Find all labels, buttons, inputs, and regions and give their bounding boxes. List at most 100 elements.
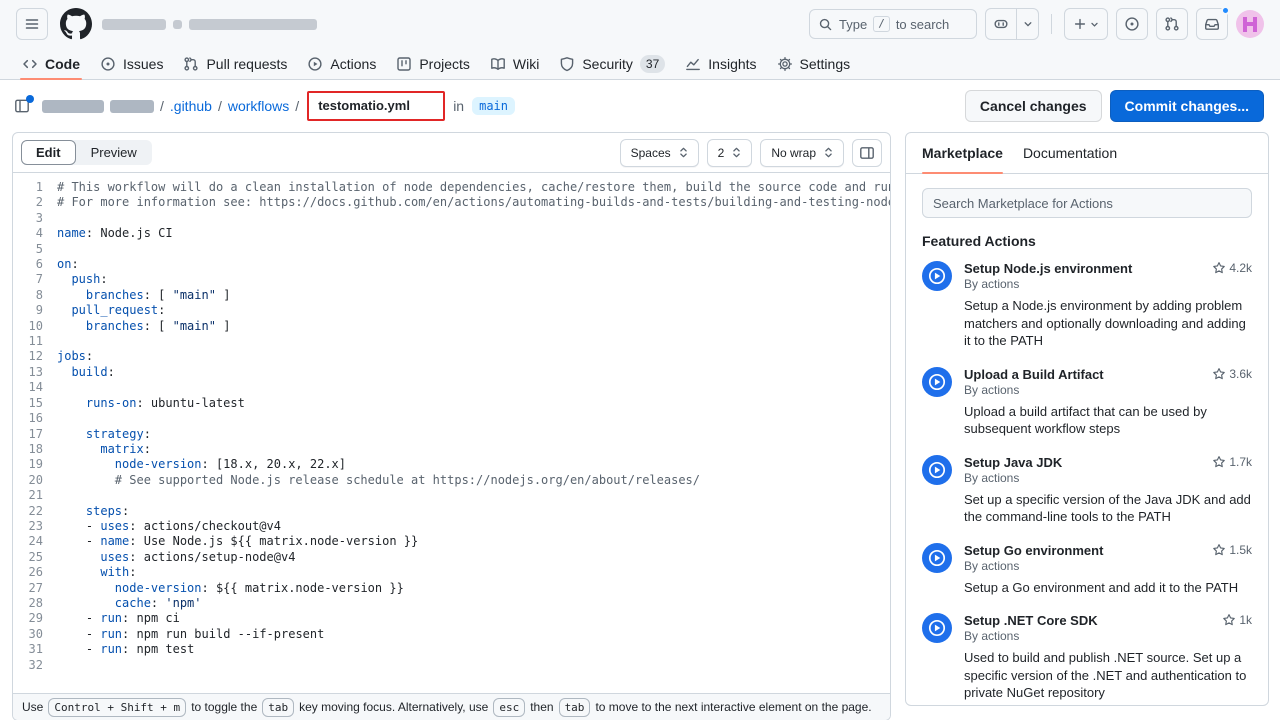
- line-number: 10: [13, 319, 57, 334]
- tab-code[interactable]: Code: [12, 48, 90, 79]
- tab-issues[interactable]: Issues: [90, 48, 173, 79]
- code-line[interactable]: 27 node-version: ${{ matrix.node-version…: [13, 581, 890, 596]
- line-number: 2: [13, 195, 57, 210]
- code-line[interactable]: 12jobs:: [13, 349, 890, 364]
- marketplace-action-item[interactable]: Setup Java JDK By actions 1.7k Set up a …: [922, 455, 1252, 526]
- marketplace-search-input[interactable]: [922, 188, 1252, 218]
- notification-dot: [1221, 6, 1230, 15]
- code-line[interactable]: 29 - run: npm ci: [13, 611, 890, 626]
- code-line[interactable]: 8 branches: [ "main" ]: [13, 288, 890, 303]
- code-line[interactable]: 15 runs-on: ubuntu-latest: [13, 396, 890, 411]
- star-icon: [1212, 455, 1226, 469]
- inbox-button[interactable]: [1196, 8, 1228, 40]
- unsaved-changes-dot: [26, 95, 34, 103]
- tab-documentation[interactable]: Documentation: [1023, 133, 1117, 173]
- filename-input[interactable]: [318, 98, 434, 113]
- action-title[interactable]: Setup Java JDK: [964, 455, 1062, 470]
- tab-edit[interactable]: Edit: [21, 140, 76, 165]
- indent-size-select[interactable]: 2: [707, 139, 753, 167]
- code-line[interactable]: 3: [13, 211, 890, 226]
- action-description: Used to build and publish .NET source. S…: [964, 649, 1252, 702]
- issues-header-button[interactable]: [1116, 8, 1148, 40]
- star-icon: [1212, 543, 1226, 557]
- marketplace-action-item[interactable]: Setup Go environment By actions 1.5k Set…: [922, 543, 1252, 597]
- code-line[interactable]: 2# For more information see: https://doc…: [13, 195, 890, 210]
- breadcrumb-segment-workflows-dir[interactable]: workflows: [228, 98, 289, 114]
- branch-badge[interactable]: main: [472, 97, 515, 115]
- code-line[interactable]: 31 - run: npm test: [13, 642, 890, 657]
- code-line[interactable]: 21: [13, 488, 890, 503]
- tab-pull-requests[interactable]: Pull requests: [173, 48, 297, 79]
- code-line[interactable]: 20 # See supported Node.js release sched…: [13, 473, 890, 488]
- global-search-input[interactable]: Type / to search: [809, 9, 977, 39]
- line-number: 26: [13, 565, 57, 580]
- tab-wiki[interactable]: Wiki: [480, 48, 549, 79]
- breadcrumb-segment-github-dir[interactable]: .github: [170, 98, 212, 114]
- tab-marketplace[interactable]: Marketplace: [922, 133, 1003, 173]
- code-line[interactable]: 1# This workflow will do a clean install…: [13, 180, 890, 195]
- up-down-caret-icon: [679, 146, 688, 159]
- tab-settings[interactable]: Settings: [767, 48, 861, 79]
- copilot-menu-button[interactable]: [1017, 8, 1039, 40]
- kbd-shortcut: tab: [262, 698, 294, 717]
- code-line[interactable]: 22 steps:: [13, 504, 890, 519]
- code-line[interactable]: 5: [13, 242, 890, 257]
- actions-play-icon: [922, 543, 952, 573]
- code-line[interactable]: 30 - run: npm run build --if-present: [13, 627, 890, 642]
- code-line[interactable]: 6on:: [13, 257, 890, 272]
- code-line[interactable]: 13 build:: [13, 365, 890, 380]
- code-line[interactable]: 4name: Node.js CI: [13, 226, 890, 241]
- tab-security[interactable]: Security 37: [549, 48, 675, 79]
- code-line[interactable]: 23 - uses: actions/checkout@v4: [13, 519, 890, 534]
- code-line[interactable]: 19 node-version: [18.x, 20.x, 22.x]: [13, 457, 890, 472]
- code-line[interactable]: 14: [13, 380, 890, 395]
- pull-requests-header-button[interactable]: [1156, 8, 1188, 40]
- marketplace-action-item[interactable]: Setup Node.js environment By actions 4.2…: [922, 261, 1252, 350]
- code-line[interactable]: 24 - name: Use Node.js ${{ matrix.node-v…: [13, 534, 890, 549]
- code-line[interactable]: 7 push:: [13, 272, 890, 287]
- github-logo-icon[interactable]: [60, 8, 92, 40]
- line-number: 28: [13, 596, 57, 611]
- breadcrumb-owner-redacted[interactable]: [42, 100, 104, 113]
- star-icon: [1212, 261, 1226, 275]
- tab-actions[interactable]: Actions: [297, 48, 386, 79]
- line-number: 8: [13, 288, 57, 303]
- code-line[interactable]: 32: [13, 658, 890, 673]
- code-line[interactable]: 25 uses: actions/setup-node@v4: [13, 550, 890, 565]
- project-board-icon: [396, 56, 412, 72]
- code-line[interactable]: 11: [13, 334, 890, 349]
- code-line[interactable]: 18 matrix:: [13, 442, 890, 457]
- user-avatar[interactable]: [1236, 10, 1264, 38]
- tab-actions-label: Actions: [330, 56, 376, 72]
- tab-preview[interactable]: Preview: [76, 140, 152, 165]
- breadcrumb-repo-redacted[interactable]: [110, 100, 154, 113]
- action-title[interactable]: Setup Go environment: [964, 543, 1103, 558]
- line-number: 12: [13, 349, 57, 364]
- code-line[interactable]: 10 branches: [ "main" ]: [13, 319, 890, 334]
- action-title[interactable]: Upload a Build Artifact: [964, 367, 1104, 382]
- code-editor-textarea[interactable]: 1# This workflow will do a clean install…: [13, 173, 890, 693]
- tab-insights-label: Insights: [708, 56, 756, 72]
- marketplace-action-item[interactable]: Upload a Build Artifact By actions 3.6k …: [922, 367, 1252, 438]
- toggle-side-panel-button[interactable]: [852, 139, 882, 167]
- action-title[interactable]: Setup .NET Core SDK: [964, 613, 1098, 628]
- indent-mode-select[interactable]: Spaces: [620, 139, 699, 167]
- commit-changes-button[interactable]: Commit changes...: [1110, 90, 1264, 122]
- line-number: 7: [13, 272, 57, 287]
- hamburger-menu-button[interactable]: [16, 8, 48, 40]
- tab-projects[interactable]: Projects: [386, 48, 480, 79]
- code-line[interactable]: 26 with:: [13, 565, 890, 580]
- hint-text: Use: [22, 700, 43, 714]
- marketplace-action-item[interactable]: Setup .NET Core SDK By actions 1k Used t…: [922, 613, 1252, 702]
- action-title[interactable]: Setup Node.js environment: [964, 261, 1132, 276]
- code-line[interactable]: 9 pull_request:: [13, 303, 890, 318]
- cancel-changes-button[interactable]: Cancel changes: [965, 90, 1102, 122]
- wrap-mode-select[interactable]: No wrap: [760, 139, 844, 167]
- code-line[interactable]: 17 strategy:: [13, 427, 890, 442]
- copilot-button[interactable]: [985, 8, 1017, 40]
- code-line[interactable]: 28 cache: 'npm': [13, 596, 890, 611]
- code-line[interactable]: 16: [13, 411, 890, 426]
- tab-insights[interactable]: Insights: [675, 48, 766, 79]
- create-new-button[interactable]: [1064, 8, 1108, 40]
- file-tree-toggle-button[interactable]: [14, 98, 30, 114]
